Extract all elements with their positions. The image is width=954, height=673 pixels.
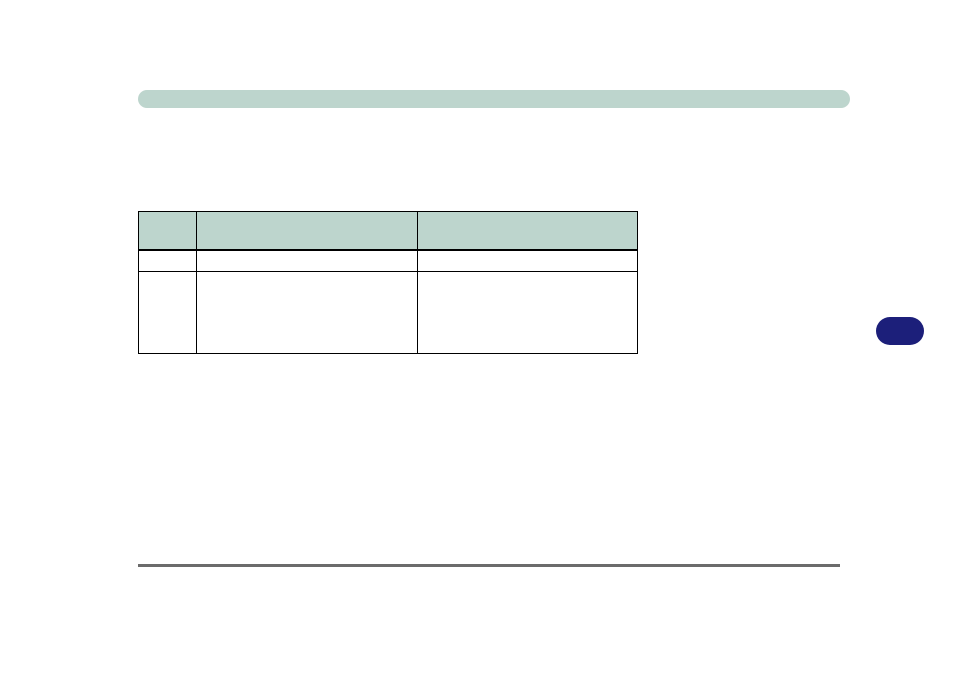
table-row xyxy=(139,250,638,272)
table-cell xyxy=(196,272,418,354)
table-header-cell xyxy=(418,212,638,250)
table-cell xyxy=(139,272,197,354)
content-table xyxy=(138,211,638,354)
table-cell xyxy=(196,250,418,272)
page-number-badge xyxy=(876,317,924,345)
footer-divider xyxy=(138,564,840,567)
document-page xyxy=(0,0,954,673)
table-header-cell xyxy=(196,212,418,250)
table-row xyxy=(139,272,638,354)
table-header-row xyxy=(139,212,638,250)
section-title-bar xyxy=(138,90,850,108)
table-cell xyxy=(418,272,638,354)
table-cell xyxy=(139,250,197,272)
table-header-cell xyxy=(139,212,197,250)
table-cell xyxy=(418,250,638,272)
